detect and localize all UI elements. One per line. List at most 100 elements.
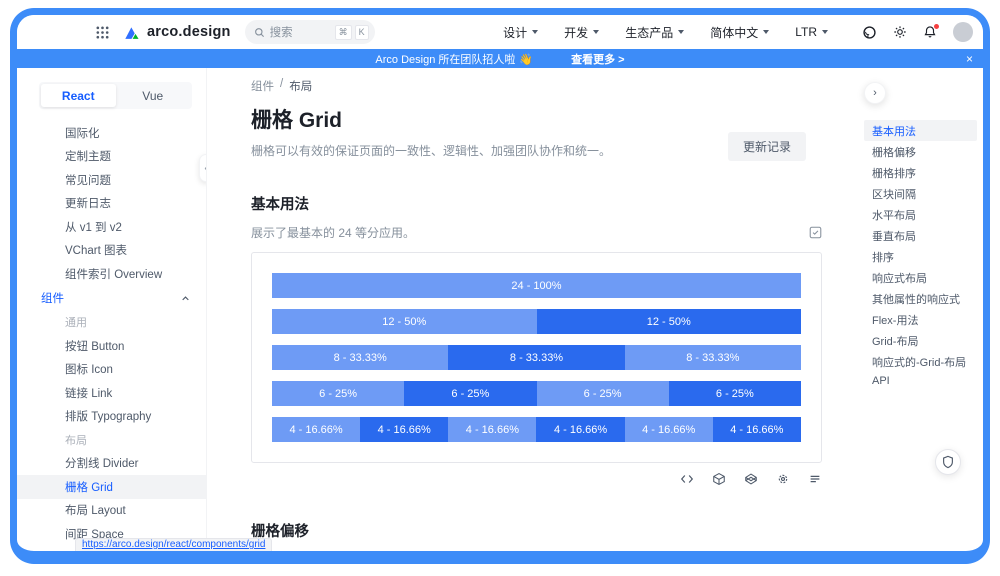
- anchor-item[interactable]: Grid-布局: [864, 330, 977, 351]
- anchor-item[interactable]: 区块间隔: [864, 183, 977, 204]
- sidebar-section-label: 组件: [41, 290, 64, 306]
- grid-demo-row: 6 - 25%6 - 25%6 - 25%6 - 25%: [272, 381, 801, 406]
- changelog-button[interactable]: 更新记录: [728, 132, 806, 161]
- tab-vue[interactable]: Vue: [116, 84, 191, 107]
- anchor-item[interactable]: 水平布局: [864, 204, 977, 225]
- topbar-menus: 设计 开发 生态产品 简体中文 LTR: [503, 24, 828, 41]
- anchor-item[interactable]: 垂直布局: [864, 225, 977, 246]
- sidebar-item[interactable]: 排版 Typography: [17, 405, 206, 429]
- expand-code-icon[interactable]: [808, 472, 822, 486]
- arco-logo[interactable]: arco.design: [124, 24, 231, 41]
- grid-col: 8 - 33.33%: [448, 345, 624, 370]
- breadcrumb: 组件 / 布局: [251, 78, 822, 94]
- grid-col: 4 - 16.66%: [272, 417, 360, 442]
- arco-logo-icon: [124, 24, 141, 41]
- sidebar-item[interactable]: 组件索引 Overview: [17, 262, 206, 286]
- notification-bell-icon[interactable]: [923, 25, 937, 39]
- topbar-menu-item[interactable]: 简体中文: [710, 24, 769, 41]
- grid-col: 4 - 16.66%: [448, 417, 536, 442]
- search-input[interactable]: 搜索 ⌘K: [245, 20, 375, 44]
- grid-demo-row: 4 - 16.66%4 - 16.66%4 - 16.66%4 - 16.66%…: [272, 417, 801, 442]
- grid-demo-card: 24 - 100%12 - 50%12 - 50%8 - 33.33%8 - 3…: [251, 252, 822, 463]
- grid-demo-row: 24 - 100%: [272, 273, 801, 298]
- chevron-down-icon: [593, 30, 599, 34]
- sidebar-item[interactable]: 常见问题: [17, 168, 206, 192]
- sidebar-group-label: 布局: [17, 428, 206, 452]
- user-avatar[interactable]: [953, 22, 973, 42]
- topbar-menu-label: 简体中文: [710, 24, 758, 41]
- sidebar-item[interactable]: 图标 Icon: [17, 358, 206, 382]
- anchor-item[interactable]: API: [864, 372, 977, 389]
- anchor-item[interactable]: 排序: [864, 246, 977, 267]
- grid-col: 8 - 33.33%: [272, 345, 448, 370]
- topbar-menu-item[interactable]: 生态产品: [625, 24, 684, 41]
- banner-message: Arco Design 所在团队招人啦👋: [375, 51, 533, 67]
- apps-grid-icon[interactable]: [95, 25, 110, 40]
- topbar-menu-item[interactable]: LTR: [795, 25, 828, 39]
- shortcut-key: ⌘: [335, 25, 352, 40]
- anchor-item[interactable]: 基本用法: [864, 120, 977, 141]
- section-title-basic-usage: 基本用法: [251, 193, 822, 214]
- logo-text: arco.design: [147, 24, 231, 40]
- breadcrumb-item-current[interactable]: 布局: [289, 78, 312, 94]
- code-icon[interactable]: [680, 472, 694, 486]
- grid-col: 12 - 50%: [537, 309, 802, 334]
- sidebar-item[interactable]: 定制主题: [17, 145, 206, 169]
- link-preview-tooltip: https://arco.design/react/components/gri…: [75, 538, 272, 551]
- sidebar-item[interactable]: VChart 图表: [17, 239, 206, 263]
- shield-icon: [941, 455, 955, 469]
- grid-col: 6 - 25%: [537, 381, 669, 406]
- grid-col: 24 - 100%: [272, 273, 801, 298]
- chevron-down-icon: [763, 30, 769, 34]
- page-title: 栅格 Grid: [251, 104, 822, 134]
- topbar-menu-item[interactable]: 设计: [503, 24, 538, 41]
- sidebar-item[interactable]: 链接 Link: [17, 381, 206, 405]
- tab-react[interactable]: React: [41, 84, 116, 107]
- announcement-banner: Arco Design 所在团队招人啦👋 查看更多 > ×: [17, 49, 983, 68]
- basic-usage-description: 展示了最基本的 24 等分应用。: [251, 224, 415, 241]
- sidebar-item[interactable]: 按钮 Button: [17, 334, 206, 358]
- settings-icon[interactable]: [776, 472, 790, 486]
- feedback-float-button[interactable]: [935, 449, 961, 475]
- sidebar-item[interactable]: 栅格 Grid: [17, 475, 206, 499]
- breadcrumb-item[interactable]: 组件: [251, 78, 274, 94]
- search-shortcut-keys: ⌘K: [335, 25, 369, 40]
- codesandbox-icon[interactable]: [712, 472, 726, 486]
- anchor-item[interactable]: 栅格排序: [864, 162, 977, 183]
- sidebar-item[interactable]: 国际化: [17, 121, 206, 145]
- section-title-grid-offset: 栅格偏移: [251, 520, 822, 541]
- anchor-item[interactable]: Flex-用法: [864, 309, 977, 330]
- sidebar-item[interactable]: 分割线 Divider: [17, 452, 206, 476]
- sidebar-collapse-handle[interactable]: ‹: [199, 154, 207, 182]
- anchor-collapse-handle[interactable]: ›: [864, 82, 886, 104]
- anchor-item[interactable]: 响应式布局: [864, 267, 977, 288]
- anchor-item[interactable]: 其他属性的响应式: [864, 288, 977, 309]
- grid-col: 6 - 25%: [404, 381, 536, 406]
- chevron-down-icon: [678, 30, 684, 34]
- anchor-item[interactable]: 栅格偏移: [864, 141, 977, 162]
- open-demo-icon[interactable]: [809, 226, 822, 239]
- shortcut-key: K: [355, 25, 369, 40]
- banner-close-icon[interactable]: ×: [966, 49, 973, 68]
- banner-more-link[interactable]: 查看更多 >: [571, 51, 624, 67]
- grid-col: 4 - 16.66%: [625, 417, 713, 442]
- theme-sun-icon[interactable]: [893, 25, 907, 39]
- sidebar: ReactVue 国际化定制主题常见问题更新日志从 v1 到 v2VChart …: [17, 68, 207, 551]
- wave-emoji: 👋: [519, 54, 533, 66]
- top-navbar: arco.design 搜索 ⌘K 设计 开发 生态产品 简体中文 LTR: [17, 15, 983, 49]
- github-icon[interactable]: [862, 25, 877, 40]
- sidebar-item[interactable]: 更新日志: [17, 192, 206, 216]
- topbar-menu-label: 生态产品: [625, 24, 673, 41]
- sidebar-item[interactable]: 布局 Layout: [17, 499, 206, 523]
- anchor-item[interactable]: 响应式的-Grid-布局: [864, 351, 977, 372]
- grid-col: 12 - 50%: [272, 309, 537, 334]
- sidebar-item[interactable]: 从 v1 到 v2: [17, 215, 206, 239]
- codepen-icon[interactable]: [744, 472, 758, 486]
- sidebar-section-components[interactable]: 组件: [17, 286, 206, 311]
- main-content: 组件 / 布局 栅格 Grid 栅格可以有效的保证页面的一致性、逻辑性、加强团队…: [207, 68, 852, 551]
- grid-col: 8 - 33.33%: [625, 345, 801, 370]
- search-placeholder: 搜索: [270, 24, 293, 40]
- chevron-down-icon: [822, 30, 828, 34]
- topbar-menu-item[interactable]: 开发: [564, 24, 599, 41]
- grid-col: 4 - 16.66%: [360, 417, 448, 442]
